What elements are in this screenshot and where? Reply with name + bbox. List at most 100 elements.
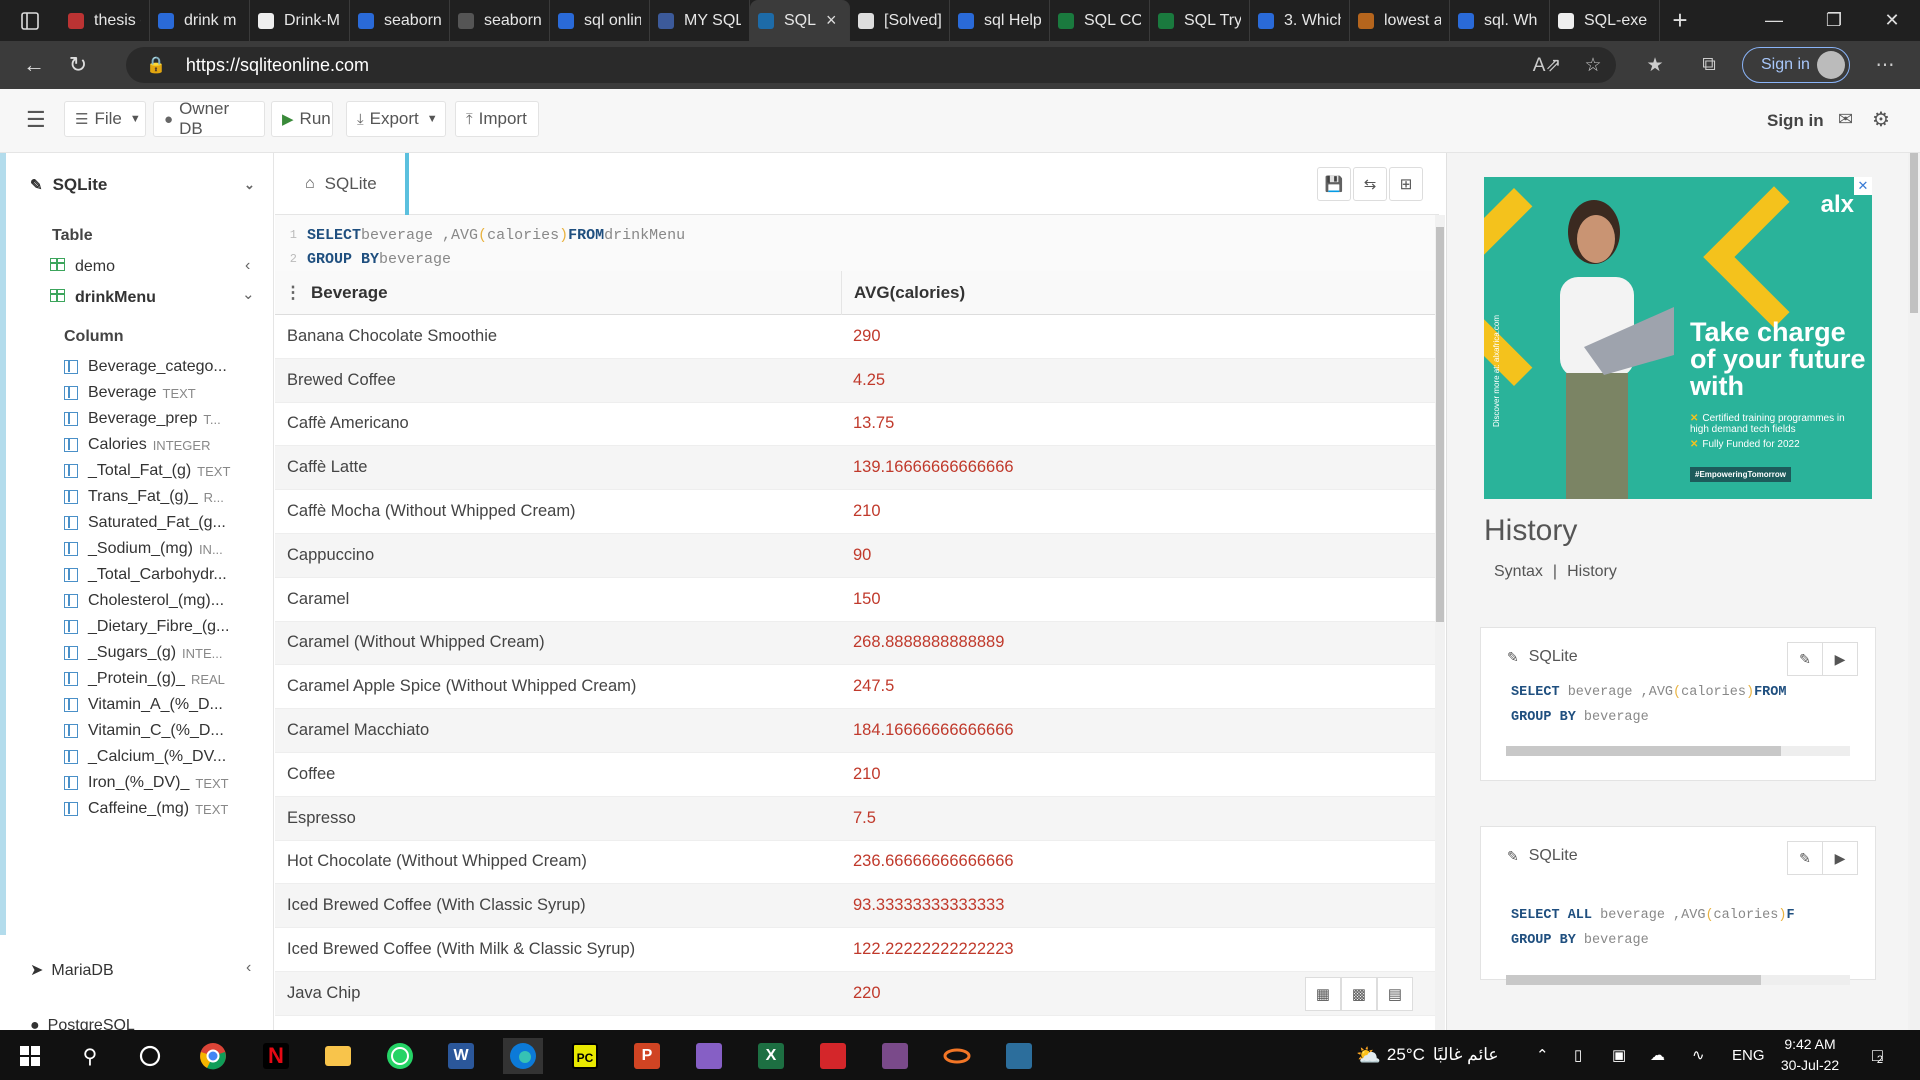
play-icon[interactable]: ▶ [1822, 642, 1858, 676]
screen-icon[interactable]: ▣ [1612, 1030, 1626, 1080]
column-item[interactable]: Beverage_prep T... [64, 407, 221, 431]
clock[interactable]: 9:42 AM 30-Jul-22 [1772, 1034, 1848, 1076]
browser-tab[interactable]: SQL × [750, 0, 850, 41]
browser-tab[interactable]: SQL-exe [1550, 0, 1660, 41]
browser-tab[interactable]: sql. Wh [1450, 0, 1550, 41]
table-row[interactable]: Hot Chocolate (Without Whipped Cream) 236… [275, 841, 1435, 885]
favorites-icon[interactable]: ★ [1640, 51, 1670, 79]
file-explorer-icon[interactable] [318, 1038, 358, 1074]
excel-icon[interactable]: X [751, 1038, 791, 1074]
close-tab-icon[interactable]: × [826, 10, 837, 31]
cell-avg-calories[interactable]: 4.25 [841, 371, 885, 390]
browser-tab[interactable]: sql Help [950, 0, 1050, 41]
cell-avg-calories[interactable]: 210 [841, 502, 881, 521]
browser-tab[interactable]: drink m [150, 0, 250, 41]
notifications-icon[interactable]: □ 2 [1872, 1030, 1883, 1080]
table-row[interactable]: Coffee 210 [275, 753, 1435, 797]
column-item[interactable]: _Dietary_Fibre_(g... [64, 615, 229, 639]
browser-tab[interactable]: seaborn [450, 0, 550, 41]
cell-beverage[interactable]: Espresso [275, 809, 841, 828]
column-header-avg-calories[interactable]: AVG(calories) [841, 271, 1431, 315]
browser-tab[interactable]: thesis g [60, 0, 150, 41]
browser-tab[interactable]: Drink-M [250, 0, 350, 41]
column-item[interactable]: _Total_Carbohydr... [64, 563, 227, 587]
device-icon[interactable]: ▯ [1574, 1030, 1582, 1080]
table-row[interactable]: Caffè Latte 139.16666666666666 [275, 446, 1435, 491]
powerpoint-icon[interactable]: P [627, 1038, 667, 1074]
cell-beverage[interactable]: Iced Brewed Coffee (With Classic Syrup) [275, 896, 841, 915]
table-row[interactable]: Caramel 150 [275, 578, 1435, 622]
scrollbar-thumb[interactable] [1910, 153, 1918, 313]
cell-beverage[interactable]: Java Chip [275, 984, 841, 1003]
cell-avg-calories[interactable]: 150 [841, 590, 881, 609]
ad-close-icon[interactable]: ✕ [1854, 177, 1872, 195]
cell-beverage[interactable]: Caffè Americano [275, 414, 841, 433]
table-row[interactable]: Java Chip 220 [275, 971, 1435, 1016]
cell-beverage[interactable]: Brewed Coffee [275, 371, 841, 390]
minimize-icon[interactable]: — [1746, 0, 1802, 41]
menu-icon[interactable]: ☰ [26, 107, 46, 133]
history-scroll-thumb[interactable] [1506, 746, 1782, 756]
edit-icon[interactable]: ✎ [1787, 841, 1823, 875]
table-row[interactable]: Espresso 7.5 [275, 796, 1435, 841]
export-button[interactable]: ⤓ Export ▼ [346, 101, 446, 137]
column-item[interactable]: Trans_Fat_(g)_ R... [64, 485, 224, 509]
editor-scrollbar[interactable] [1435, 215, 1445, 1030]
cell-avg-calories[interactable]: 122.22222222222223 [841, 940, 1014, 959]
cell-beverage[interactable]: Caffè Mocha (Without Whipped Cream) [275, 502, 841, 521]
chart-view-icon[interactable]: ▩ [1341, 977, 1377, 1011]
table-item-drinkmenu[interactable]: drinkMenu [50, 289, 156, 307]
history-card[interactable]: ✎ SQLite ✎ ▶ SELECT ALL beverage ,AVG(cal… [1480, 826, 1876, 985]
restore-icon[interactable]: ❐ [1806, 0, 1862, 41]
chevron-left-icon[interactable]: ‹ [246, 959, 251, 977]
column-item[interactable]: _Sodium_(mg) IN... [64, 537, 223, 561]
cell-avg-calories[interactable]: 93.33333333333333 [841, 896, 1004, 915]
cell-avg-calories[interactable]: 268.8888888888889 [841, 633, 1004, 652]
table-row[interactable]: Cappuccino 90 [275, 533, 1435, 578]
cell-avg-calories[interactable]: 13.75 [841, 414, 894, 433]
pycharm-icon[interactable]: PC [565, 1038, 605, 1074]
history-card[interactable]: ✎ SQLite ✎ ▶ SELECT beverage ,AVG(calorie… [1480, 627, 1876, 781]
import-button[interactable]: ⤒ Import [455, 101, 539, 137]
column-header-beverage[interactable]: Beverage [311, 283, 841, 303]
add-tab-icon[interactable]: ⊞ [1389, 167, 1423, 201]
add-favorite-icon[interactable]: ☆ [1578, 51, 1608, 79]
sql-editor[interactable]: 1 SELECT beverage ,AVG ( calories ) FROM… [275, 215, 1435, 271]
column-item[interactable]: Beverage TEXT [64, 381, 196, 405]
table-row[interactable]: Caramel Macchiato 184.16666666666666 [275, 709, 1435, 753]
run-button[interactable]: ▶ Run [271, 101, 333, 137]
search-icon[interactable]: ⚲ [70, 1038, 110, 1074]
tab-actions-icon[interactable] [0, 0, 60, 41]
column-item[interactable]: _Sugars_(g) INTE... [64, 641, 223, 665]
scrollbar-thumb[interactable] [1436, 227, 1444, 622]
cell-avg-calories[interactable]: 220 [841, 984, 881, 1003]
browser-tab[interactable]: MY SQL [650, 0, 750, 41]
whatsapp-icon[interactable] [380, 1038, 420, 1074]
browser-tab[interactable]: sql onlin [550, 0, 650, 41]
cell-beverage[interactable]: Iced Brewed Coffee (With Milk & Classic … [275, 940, 841, 959]
history-scroll[interactable] [1506, 975, 1850, 985]
table-row[interactable]: Iced Brewed Coffee (With Milk & Classic … [275, 928, 1435, 972]
cell-beverage[interactable]: Cappuccino [275, 546, 841, 565]
browser-signin-button[interactable]: Sign in [1742, 47, 1850, 83]
table-view-icon[interactable]: ▦ [1305, 977, 1341, 1011]
back-icon[interactable]: ← [12, 43, 56, 87]
advertisement[interactable]: alx ✕ Take charge of your future with ✕ C… [1484, 177, 1872, 499]
chevron-up-icon[interactable]: ⌃ [1536, 1030, 1549, 1080]
save-icon[interactable]: 💾 [1317, 167, 1351, 201]
edge-icon[interactable] [503, 1038, 543, 1074]
browser-tab[interactable]: SQL Try [1150, 0, 1250, 41]
cell-avg-calories[interactable]: 7.5 [841, 809, 876, 828]
column-item[interactable]: Vitamin_A_(%_D... [64, 693, 223, 717]
column-item[interactable]: _Protein_(g)_ REAL [64, 667, 225, 691]
mysql-workbench-icon[interactable] [999, 1038, 1039, 1074]
cloud-icon[interactable]: ☁ [1650, 1030, 1665, 1080]
close-window-icon[interactable]: ✕ [1864, 0, 1920, 41]
read-aloud-icon[interactable]: A⇗ [1532, 51, 1562, 79]
table-row[interactable]: Caramel Apple Spice (Without Whipped Cre… [275, 665, 1435, 710]
syntax-link[interactable]: Syntax [1494, 563, 1543, 580]
book-icon[interactable]: ▤ [1377, 977, 1413, 1011]
column-item[interactable]: Vitamin_C_(%_D... [64, 719, 224, 743]
cell-beverage[interactable]: Caramel [275, 590, 841, 609]
table-row[interactable]: Banana Chocolate Smoothie 290 [275, 315, 1435, 359]
